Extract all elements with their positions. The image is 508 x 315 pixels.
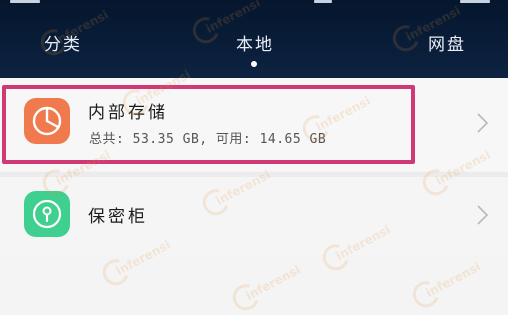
active-tab-indicator [251, 61, 257, 67]
chevron-right-icon [477, 205, 489, 225]
storage-usage-text: 总共: 53.35 GB, 可用: 14.65 GB [89, 132, 327, 147]
status-icon [10, 0, 40, 3]
storage-list: 内部存储 总共: 53.35 GB, 可用: 14.65 GB 保密柜 [0, 78, 508, 315]
top-navigation-bar: 分类 本地 网盘 [0, 0, 508, 78]
list-item-internal-storage[interactable]: 内部存储 总共: 53.35 GB, 可用: 14.65 GB [0, 78, 508, 171]
list-item-private-safe[interactable]: 保密柜 [0, 177, 508, 254]
tab-local[interactable]: 本地 [236, 30, 274, 60]
lock-icon [24, 191, 70, 237]
status-icon [460, 0, 490, 3]
tab-bar: 分类 本地 网盘 [0, 30, 508, 60]
chevron-right-icon [477, 113, 489, 133]
status-icon [314, 0, 332, 3]
tab-category[interactable]: 分类 [44, 30, 82, 60]
pie-chart-icon [24, 98, 70, 144]
status-bar [0, 0, 508, 8]
tab-cloud-drive[interactable]: 网盘 [428, 30, 466, 60]
list-item-title: 保密柜 [88, 207, 148, 227]
file-manager-screen: 分类 本地 网盘 内部存储 总共: 53.35 GB, 可用: 14.65 GB [0, 0, 508, 315]
list-item-title: 内部存储 [88, 103, 168, 123]
